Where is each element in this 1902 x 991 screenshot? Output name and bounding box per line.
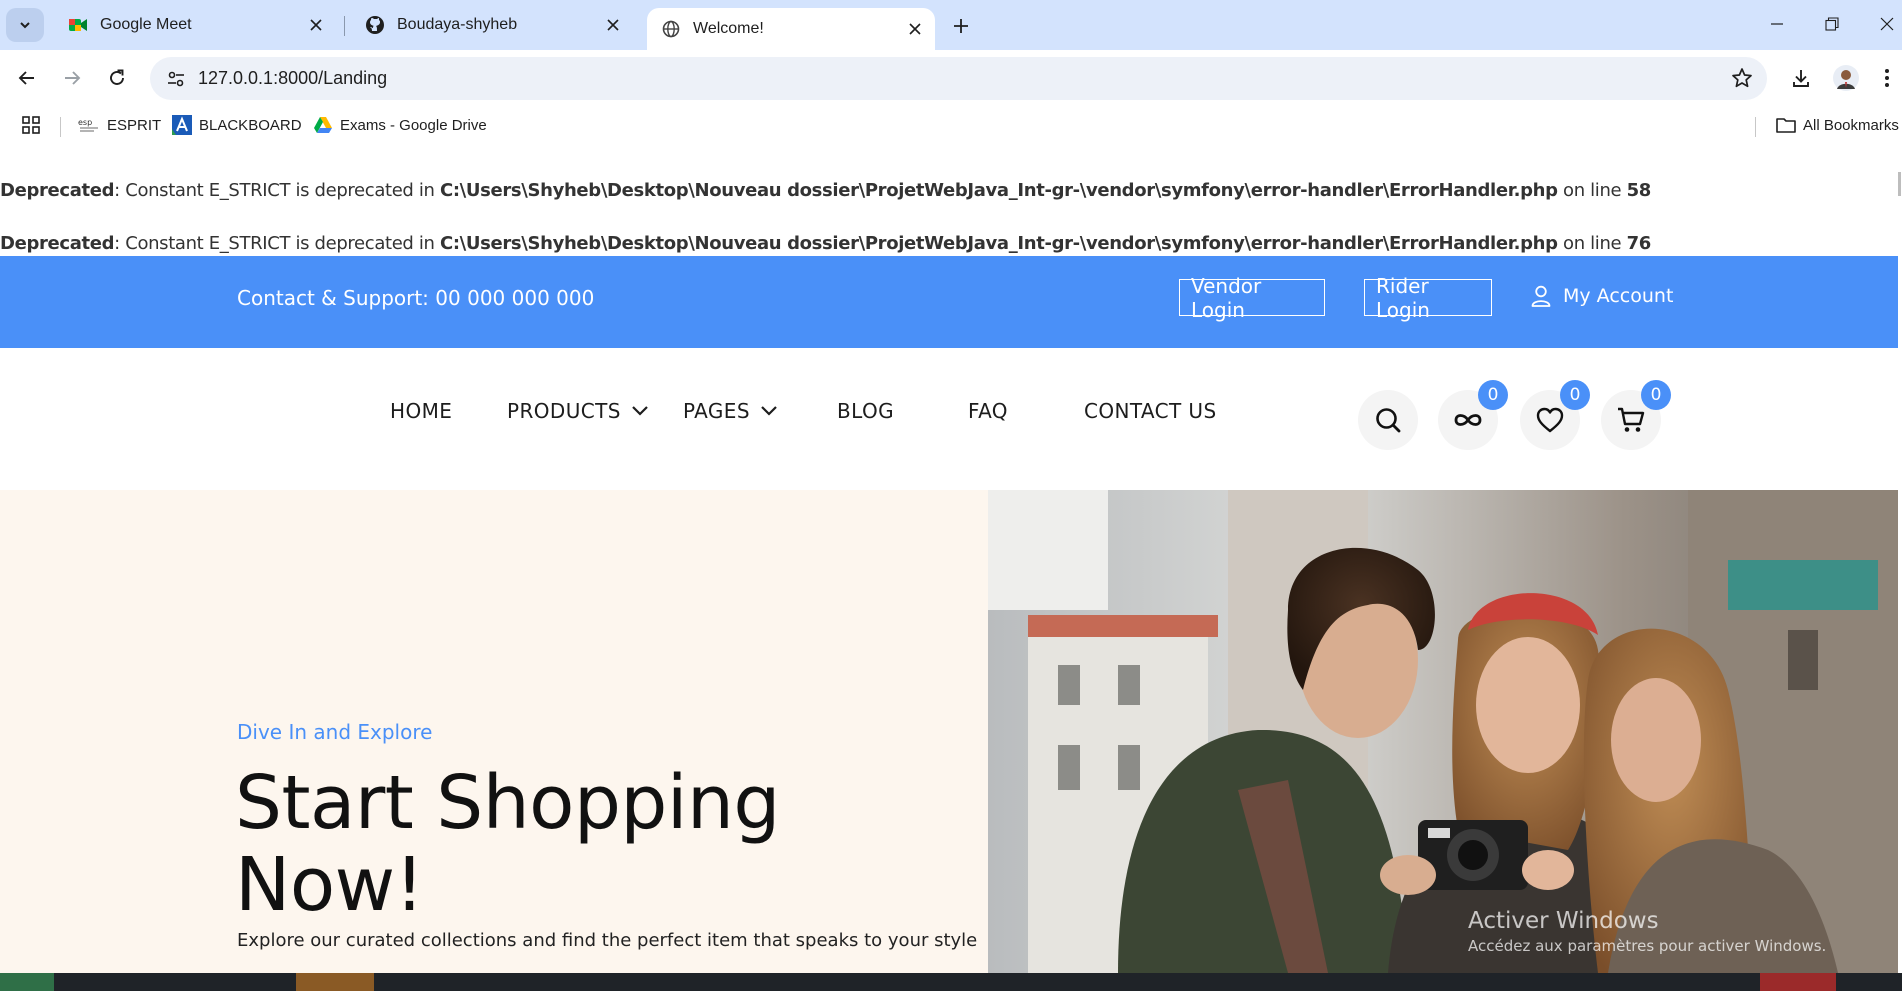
address-bar[interactable]: 127.0.0.1:8000/Landing xyxy=(150,57,1767,100)
cart-count-badge: 0 xyxy=(1641,380,1671,410)
hero-section: Dive In and Explore Start Shopping Now! … xyxy=(0,490,1898,973)
back-button[interactable] xyxy=(8,59,46,97)
tab-github[interactable]: Boudaya-shyheb xyxy=(351,7,633,43)
window-close-button[interactable] xyxy=(1867,8,1902,40)
google-drive-icon xyxy=(314,117,332,133)
rider-login-button[interactable]: Rider Login xyxy=(1364,274,1492,322)
cart-icon xyxy=(1618,407,1645,432)
compare-count-badge: 0 xyxy=(1478,380,1508,410)
close-icon[interactable] xyxy=(603,15,623,35)
bookmark-esprit[interactable]: esp ESPRIT xyxy=(78,114,161,136)
tab-google-meet[interactable]: Google Meet xyxy=(54,7,336,43)
minimize-button[interactable] xyxy=(1757,8,1797,40)
user-icon xyxy=(1531,285,1551,307)
nav-faq[interactable]: FAQ xyxy=(968,399,1008,423)
chevron-down-icon xyxy=(761,406,777,416)
restore-button[interactable] xyxy=(1812,8,1852,40)
windows-activation-title: Activer Windows xyxy=(1468,908,1659,934)
os-taskbar xyxy=(0,973,1902,991)
google-meet-icon xyxy=(68,15,88,35)
apps-button[interactable] xyxy=(22,114,40,136)
bookmark-separator xyxy=(60,117,61,137)
compare-button[interactable]: 0 xyxy=(1438,380,1508,450)
nav-products[interactable]: PRODUCTS xyxy=(507,399,649,423)
contact-support-text: Contact & Support: 00 000 000 000 xyxy=(237,286,595,310)
arrow-left-icon xyxy=(18,71,34,85)
esprit-icon: esp xyxy=(78,118,98,132)
search-button[interactable] xyxy=(1358,390,1418,450)
minimize-icon xyxy=(1771,23,1783,25)
reload-button[interactable] xyxy=(98,59,136,97)
top-bar: Contact & Support: 00 000 000 000 Vendor… xyxy=(0,256,1898,348)
globe-icon xyxy=(661,19,681,39)
bookmark-exams-drive[interactable]: Exams - Google Drive xyxy=(313,114,487,136)
chevron-down-icon xyxy=(632,406,648,416)
wishlist-count-badge: 0 xyxy=(1560,380,1590,410)
nav-pages[interactable]: PAGES xyxy=(683,399,778,423)
downloads-button[interactable] xyxy=(1782,59,1820,97)
plus-icon xyxy=(954,19,968,33)
nav-blog[interactable]: BLOG xyxy=(837,399,894,423)
taskbar-app[interactable] xyxy=(296,973,374,991)
hero-title: Start Shopping Now! xyxy=(235,760,780,928)
cart-button[interactable]: 0 xyxy=(1601,380,1671,450)
hero-kicker: Dive In and Explore xyxy=(237,720,433,744)
main-navigation: HOME PRODUCTS PAGES BLOG FAQ CONTACT US … xyxy=(0,348,1898,490)
bookmark-separator xyxy=(1755,117,1756,137)
all-bookmarks-button[interactable]: All Bookmarks xyxy=(1776,114,1899,136)
download-icon xyxy=(1793,70,1809,87)
my-account-link[interactable]: My Account xyxy=(1531,285,1673,307)
page-viewport: Deprecated: Constant E_STRICT is depreca… xyxy=(0,142,1898,973)
tab-separator xyxy=(344,16,345,36)
avatar xyxy=(1833,65,1859,91)
bookmark-blackboard[interactable]: BLACKBOARD xyxy=(172,114,302,136)
chevron-down-icon xyxy=(20,22,30,29)
browser-toolbar: 127.0.0.1:8000/Landing xyxy=(0,50,1902,108)
reload-icon xyxy=(110,69,124,85)
bookmark-star-icon[interactable] xyxy=(1731,67,1753,94)
wishlist-button[interactable]: 0 xyxy=(1520,380,1590,450)
vendor-login-button[interactable]: Vendor Login xyxy=(1179,274,1325,322)
infinity-icon xyxy=(1454,414,1482,426)
deprecation-warning: Deprecated: Constant E_STRICT is depreca… xyxy=(0,180,1651,201)
tab-search-button[interactable] xyxy=(6,8,44,42)
close-icon[interactable] xyxy=(905,19,925,39)
site-settings-icon[interactable] xyxy=(156,70,196,88)
github-icon xyxy=(365,15,385,35)
hero-description: Explore our curated collections and find… xyxy=(237,930,978,951)
blackboard-icon xyxy=(172,115,192,135)
apps-grid-icon xyxy=(22,116,40,134)
page-scrollbar[interactable] xyxy=(1898,142,1902,973)
hero-image xyxy=(988,490,1898,973)
restore-icon xyxy=(1825,17,1839,31)
taskbar-app[interactable] xyxy=(1760,973,1836,991)
more-vertical-icon xyxy=(1885,69,1889,87)
nav-home[interactable]: HOME xyxy=(390,399,452,423)
hero-text-panel: Dive In and Explore Start Shopping Now! … xyxy=(0,490,988,973)
nav-contact-us[interactable]: CONTACT US xyxy=(1084,399,1217,423)
scrollbar-thumb[interactable] xyxy=(1898,172,1901,196)
folder-icon xyxy=(1776,118,1796,133)
browser-tab-strip: Google Meet Boudaya-shyheb Welcome! xyxy=(0,0,1902,50)
windows-activation-subtitle: Accédez aux paramètres pour activer Wind… xyxy=(1468,937,1827,955)
taskbar-app[interactable] xyxy=(0,973,54,991)
url-text[interactable]: 127.0.0.1:8000/Landing xyxy=(198,68,387,89)
bookmarks-bar: esp ESPRIT BLACKBOARD Exams - Google Dri… xyxy=(0,108,1902,142)
new-tab-button[interactable] xyxy=(947,12,975,40)
profile-avatar[interactable] xyxy=(1827,59,1865,97)
tab-welcome[interactable]: Welcome! xyxy=(647,8,935,50)
browser-menu-button[interactable] xyxy=(1872,59,1902,97)
heart-icon xyxy=(1536,407,1564,433)
deprecation-warning: Deprecated: Constant E_STRICT is depreca… xyxy=(0,233,1651,254)
arrow-right-icon xyxy=(65,71,81,85)
svg-text:esp: esp xyxy=(78,118,92,127)
close-icon xyxy=(1880,17,1894,31)
close-icon[interactable] xyxy=(306,15,326,35)
forward-button[interactable] xyxy=(53,59,91,97)
search-icon xyxy=(1376,408,1401,433)
